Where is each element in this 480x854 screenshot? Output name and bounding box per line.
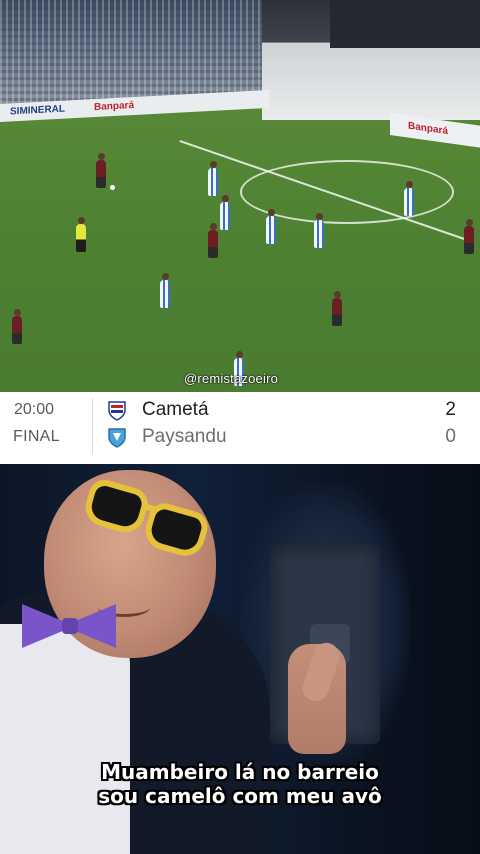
away-team-score: 0 [445, 426, 456, 447]
bowtie-left [22, 604, 64, 648]
cameta-crest-icon [108, 401, 126, 421]
meme-caption: Muambeiro lá no barreio sou camelô com m… [0, 760, 480, 808]
purple-bowtie [22, 604, 116, 648]
player-white [266, 209, 276, 244]
meme-image: Muambeiro lá no barreio sou camelô com m… [0, 464, 480, 854]
sunglasses-lens-right [140, 499, 212, 561]
divider [92, 398, 93, 454]
player-white [208, 161, 218, 196]
caption-line-2: sou camelô com meu avô [98, 784, 382, 808]
away-team-name: Paysandu [142, 426, 227, 447]
team-row-home[interactable]: Cametá 2 [106, 397, 466, 423]
caption-line-1: Muambeiro lá no barreio [101, 760, 379, 784]
player-red [332, 291, 342, 326]
referee [76, 217, 86, 252]
player-white [220, 195, 230, 230]
match-video-frame: SIMINERAL Banpará Banpará @remistazoeiro [0, 0, 480, 392]
home-team-score: 2 [445, 399, 456, 420]
background-building [330, 0, 480, 48]
home-team-name: Cametá [142, 399, 209, 420]
player-red [208, 223, 218, 258]
ball [110, 185, 115, 190]
team-row-away[interactable]: Paysandu 0 [106, 424, 466, 450]
match-status: FINAL [13, 428, 60, 445]
player-red [464, 219, 474, 254]
watermark: @remistazoeiro [184, 371, 279, 386]
paysandu-crest-icon [108, 428, 126, 448]
bowtie-knot [62, 618, 78, 634]
player-red [96, 153, 106, 188]
player-white [404, 181, 414, 216]
player-white [314, 213, 324, 248]
bowtie-right [74, 604, 116, 648]
white-shirt [0, 624, 130, 854]
ad-text-banpara-right: Banpará [408, 120, 449, 138]
player-red [12, 309, 22, 344]
ad-text-banpara: Banpará [94, 99, 135, 114]
match-time: 20:00 [14, 401, 55, 418]
ad-text-sumineral: SIMINERAL [10, 103, 65, 118]
player-white [160, 273, 170, 308]
scoreboard[interactable]: 20:00 FINAL Cametá 2 Paysandu 0 [0, 392, 480, 464]
